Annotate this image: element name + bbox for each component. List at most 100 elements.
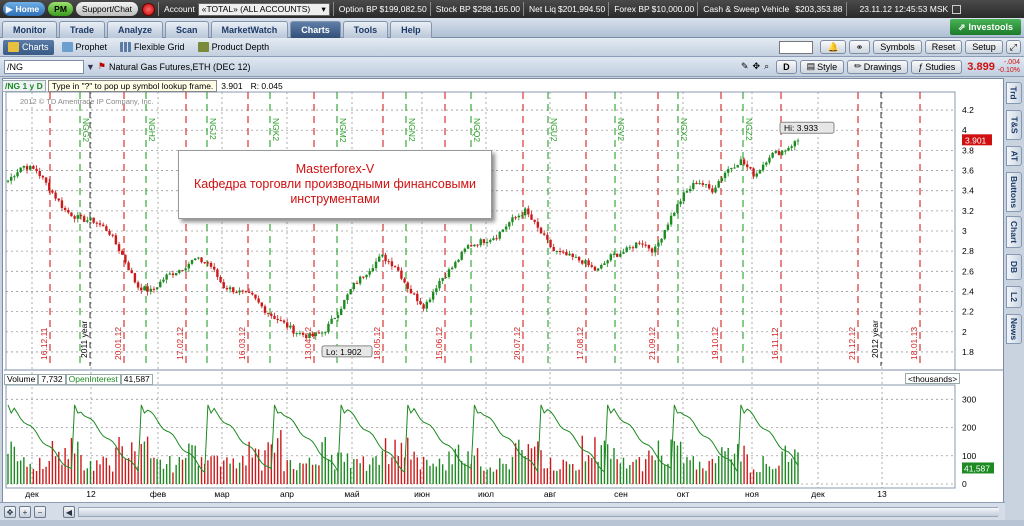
candle-body (35, 168, 38, 172)
volume-bar (26, 466, 28, 484)
volume-bar (610, 458, 612, 484)
side-tab-db[interactable]: DB (1006, 254, 1022, 280)
volume-bar (673, 441, 675, 484)
candle-body (638, 242, 641, 244)
side-tab-buttons[interactable]: Buttons (1006, 172, 1022, 212)
volume-bar (568, 464, 571, 484)
candle-body (669, 215, 673, 225)
candle-body (9, 176, 13, 181)
volume-bar (19, 460, 22, 484)
volume-bar (29, 463, 31, 484)
candle-body (89, 217, 92, 221)
candle-body (60, 200, 64, 208)
side-tab-trd[interactable]: Trd (1006, 82, 1022, 104)
month-label: мар (214, 489, 230, 499)
date-label: 20.07.12 (512, 327, 522, 360)
price-tick-label: 3.4 (962, 186, 974, 196)
side-tab-ts[interactable]: T&S (1006, 110, 1022, 140)
candle-body (152, 288, 156, 290)
volume-bar (340, 452, 342, 484)
volume-bar (372, 457, 374, 484)
volume-bar (89, 461, 92, 484)
side-tab-chart[interactable]: Chart (1006, 216, 1022, 248)
volume-bar (451, 464, 453, 484)
candle-body (371, 268, 375, 272)
volume-bar (216, 456, 219, 484)
candle-body (711, 188, 714, 193)
expiry-label: NGV2 (616, 118, 626, 141)
month-label: авг (544, 489, 556, 499)
candle-body (378, 256, 381, 262)
candle-body (606, 260, 609, 264)
scroll-left-icon[interactable]: ◀ (63, 506, 75, 518)
volume-bar (756, 472, 758, 484)
side-tab-label: Chart (1009, 220, 1020, 244)
zoom-out-icon[interactable]: − (34, 506, 46, 518)
volume-bar (384, 438, 387, 484)
candle-body (121, 251, 124, 255)
price-tick-label: 3.2 (962, 206, 974, 216)
candle-body (727, 169, 730, 173)
candle-body (330, 318, 333, 324)
volume-bar (169, 455, 171, 484)
zoom-in-icon[interactable]: + (19, 506, 31, 518)
candle-body (317, 332, 321, 334)
candle-body (374, 261, 378, 269)
price-tick-label: 3.8 (962, 145, 974, 155)
volume-bar (242, 455, 244, 484)
candle-body (565, 251, 568, 256)
volume-bar (581, 435, 583, 484)
candle-body (38, 171, 41, 177)
candle-body (663, 229, 666, 239)
side-tab-news[interactable]: News (1006, 314, 1022, 344)
volume-bar (289, 460, 292, 484)
volume-bar (495, 469, 498, 484)
volume-bar (105, 457, 108, 484)
pan-icon[interactable]: ✥ (4, 506, 16, 518)
candle-body (780, 150, 784, 155)
candle-body (571, 253, 574, 257)
candle-body (111, 234, 114, 236)
candle-body (695, 182, 698, 184)
month-label: сен (614, 489, 628, 499)
candle-body (101, 224, 105, 227)
candle-body (403, 278, 406, 283)
candle-body (187, 263, 191, 269)
candle-body (450, 267, 454, 270)
volume-bar (226, 457, 228, 484)
candle-body (393, 266, 397, 268)
volume-bar (172, 472, 174, 484)
volume-bar (648, 450, 650, 484)
candle-body (285, 322, 289, 328)
candle-body (136, 282, 140, 288)
candle-body (482, 239, 486, 243)
volume-bar (790, 458, 793, 484)
volume-bar (134, 451, 136, 484)
volume-bar (622, 457, 625, 484)
volume-bar (257, 449, 260, 484)
candle-body (562, 251, 565, 253)
symbol-period-label[interactable]: /NG 1 y D (2, 79, 46, 92)
year-label: 2011 year (79, 321, 89, 358)
candle-body (336, 315, 340, 319)
volume-bar (388, 464, 390, 484)
volume-bar (165, 464, 168, 484)
price-tick-label: 2.8 (962, 246, 974, 256)
volume-bar (245, 465, 247, 484)
date-label: 16.12.11 (39, 327, 49, 360)
candle-body (701, 183, 705, 185)
scrollbar-thumb[interactable] (79, 508, 999, 516)
month-label: июл (478, 489, 494, 499)
horizontal-scrollbar[interactable] (78, 507, 999, 517)
candle-body (241, 290, 244, 292)
side-tab-l2[interactable]: L2 (1006, 286, 1022, 308)
volume-bar (724, 451, 726, 484)
volume-bar (416, 457, 418, 484)
volume-bar (664, 465, 666, 484)
candle-body (476, 244, 479, 246)
candle-body (108, 230, 111, 235)
side-tab-at[interactable]: AT (1006, 146, 1022, 166)
candle-body (219, 276, 222, 283)
volume-bar (527, 444, 530, 484)
volume-bar (368, 464, 371, 484)
